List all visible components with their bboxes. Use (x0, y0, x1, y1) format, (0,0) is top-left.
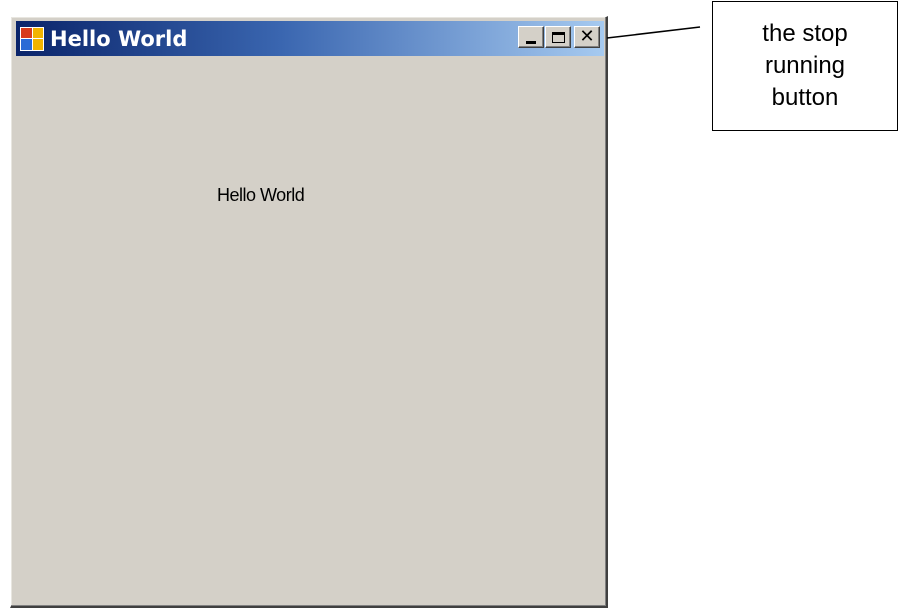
annotation-callout: the stop running button (712, 1, 898, 131)
annotation-text: the stop running button (762, 20, 848, 111)
screenshot-canvas: Hello World ✕ Hello World the stop runni… (0, 0, 900, 608)
